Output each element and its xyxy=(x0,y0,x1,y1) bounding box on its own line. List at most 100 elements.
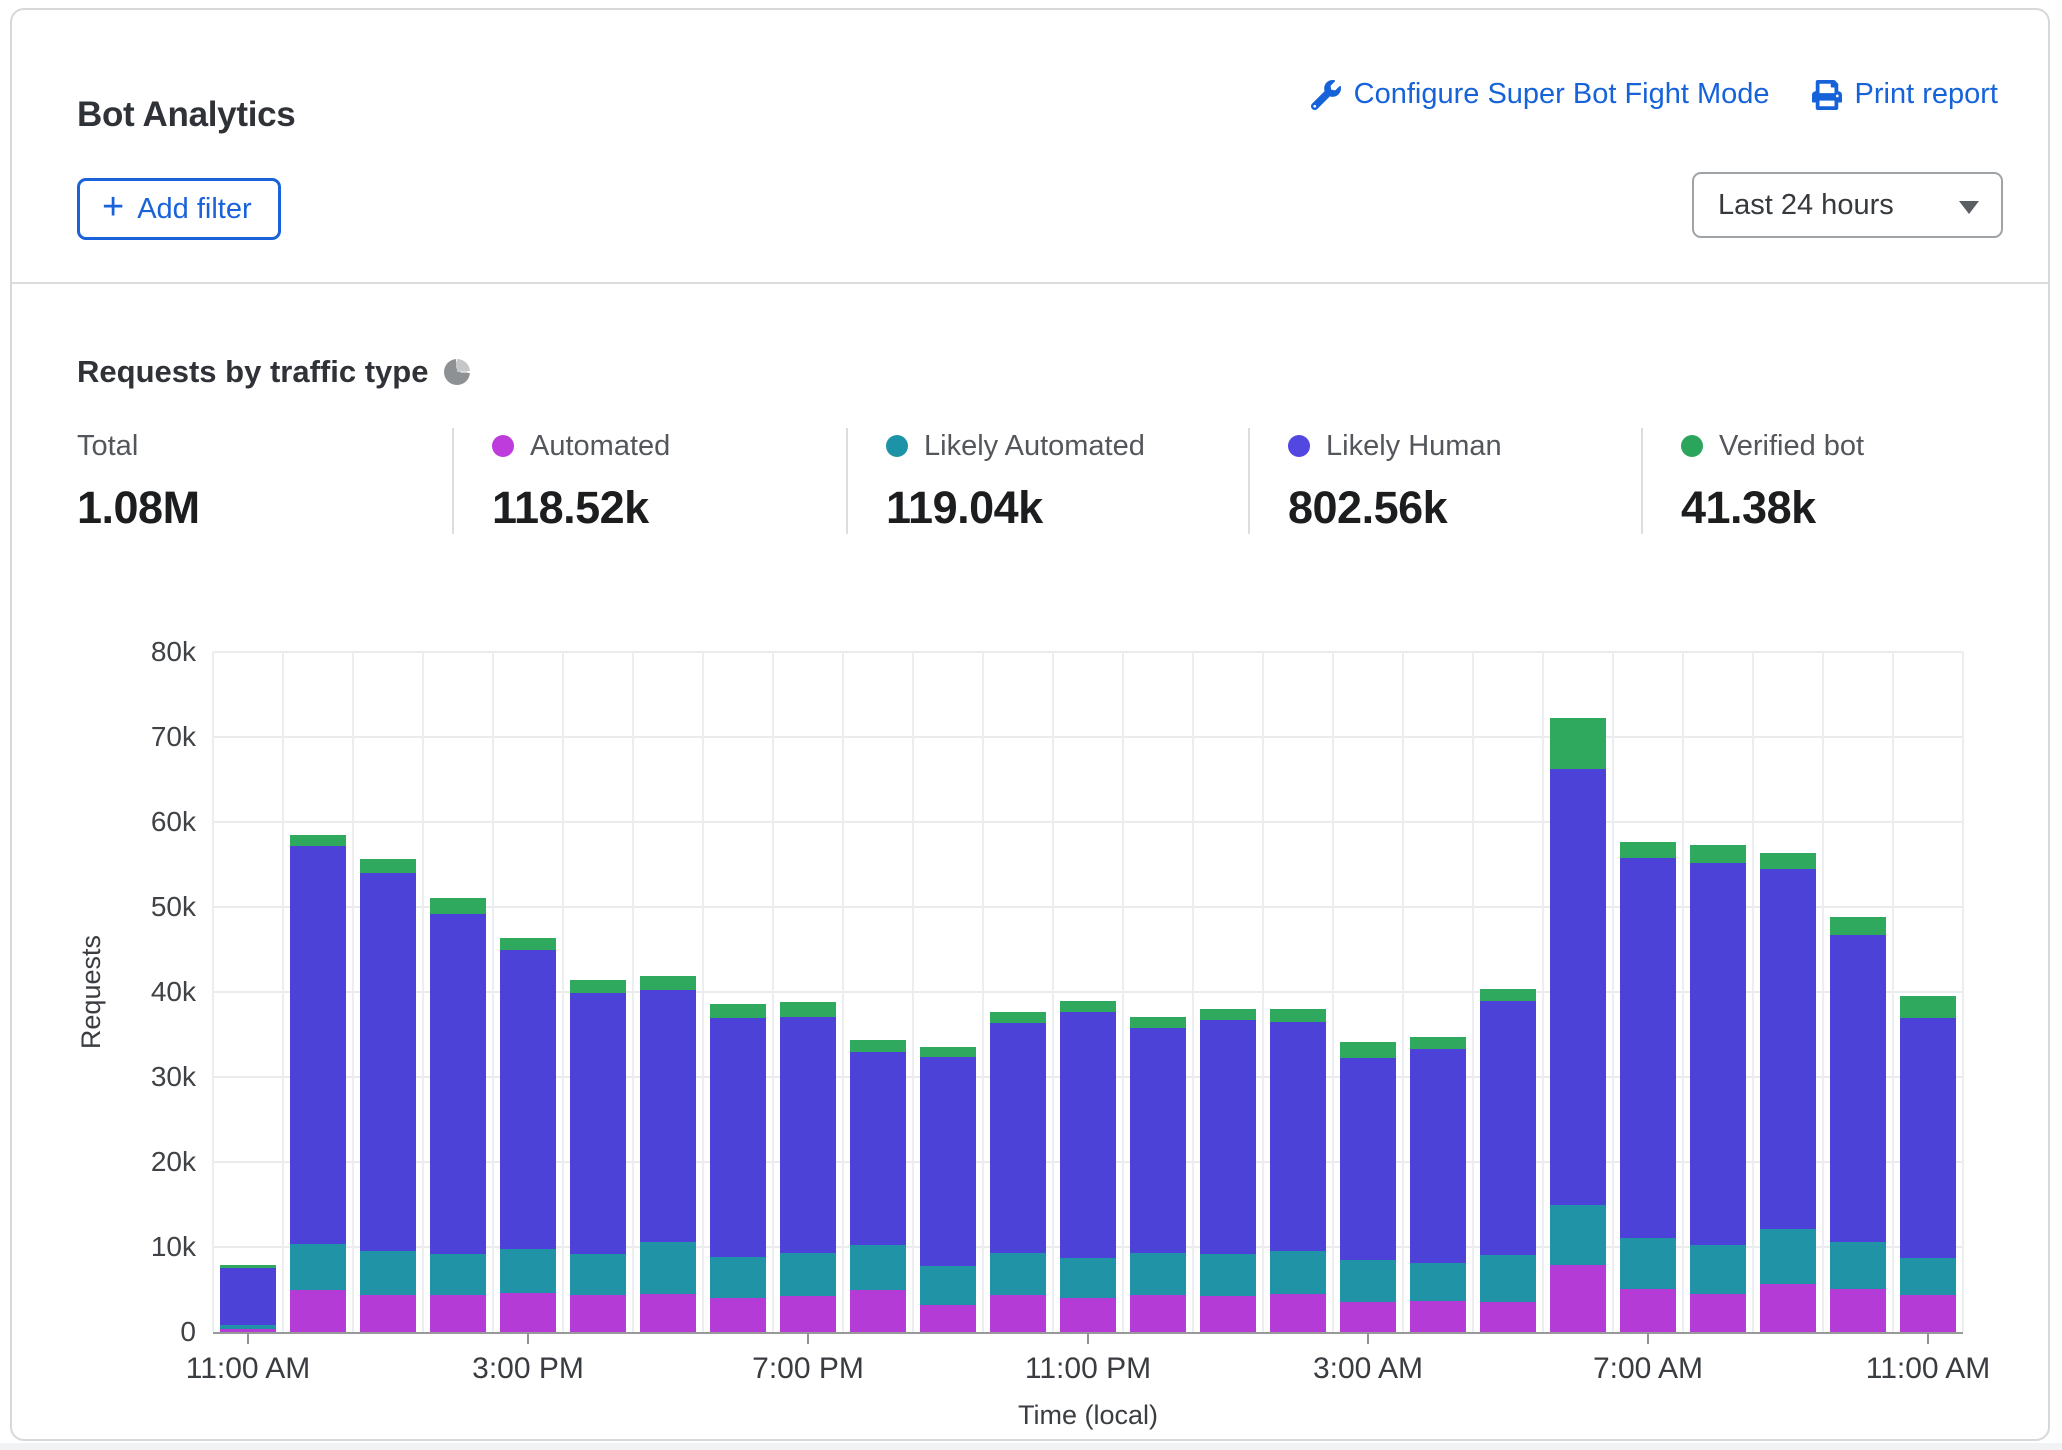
plot-area xyxy=(213,652,1963,1334)
v-gridline xyxy=(492,652,494,1332)
header-divider xyxy=(12,282,2048,284)
print-link-label: Print report xyxy=(1855,78,1998,111)
x-tick-mark xyxy=(1647,1334,1649,1344)
bar-segment-likely-automated xyxy=(1200,1254,1256,1297)
bar-segment-likely-human xyxy=(430,914,486,1254)
bar-segment-likely-automated xyxy=(220,1325,276,1329)
bar-segment-automated xyxy=(710,1298,766,1332)
section-title-text: Requests by traffic type xyxy=(77,354,428,390)
bar[interactable] xyxy=(1900,652,1956,1332)
bar-segment-likely-human xyxy=(710,1018,766,1258)
bar-segment-likely-human xyxy=(920,1057,976,1266)
bar-segment-verified-bot xyxy=(290,835,346,846)
bar-segment-verified-bot xyxy=(710,1004,766,1018)
bar-segment-likely-automated xyxy=(1760,1229,1816,1283)
bar[interactable] xyxy=(1830,652,1886,1332)
configure-super-bot-fight-mode-link[interactable]: Configure Super Bot Fight Mode xyxy=(1311,78,1770,111)
v-gridline xyxy=(702,652,704,1332)
v-gridline xyxy=(1402,652,1404,1332)
bar[interactable] xyxy=(570,652,626,1332)
add-filter-button[interactable]: + Add filter xyxy=(77,178,281,240)
printer-icon xyxy=(1812,80,1842,110)
bar[interactable] xyxy=(1550,652,1606,1332)
y-tick-label: 80k xyxy=(12,635,196,669)
bar-segment-likely-human xyxy=(990,1023,1046,1253)
y-tick-label: 50k xyxy=(12,890,196,924)
bar-segment-likely-human xyxy=(1550,769,1606,1204)
bar-segment-verified-bot xyxy=(1130,1017,1186,1028)
bar-segment-automated xyxy=(1690,1294,1746,1332)
automated-dot-icon xyxy=(492,435,514,457)
v-gridline xyxy=(562,652,564,1332)
bar-segment-automated xyxy=(360,1295,416,1332)
bar-segment-verified-bot xyxy=(1480,989,1536,1001)
print-report-link[interactable]: Print report xyxy=(1812,78,1998,111)
bar-segment-likely-human xyxy=(1620,858,1676,1238)
bar[interactable] xyxy=(1480,652,1536,1332)
section-title: Requests by traffic type xyxy=(77,354,470,390)
stat-automated-label: Automated xyxy=(530,430,670,463)
y-tick-label: 60k xyxy=(12,805,196,839)
v-gridline xyxy=(352,652,354,1332)
stat-verified-bot-label: Verified bot xyxy=(1719,430,1864,463)
bar[interactable] xyxy=(1130,652,1186,1332)
bar-segment-verified-bot xyxy=(360,859,416,873)
x-tick-label: 7:00 AM xyxy=(1593,1352,1703,1386)
v-gridline xyxy=(1472,652,1474,1332)
bar-segment-verified-bot xyxy=(1200,1009,1256,1020)
stat-verified-bot: Verified bot 41.38k xyxy=(1641,428,1864,534)
bar-segment-verified-bot xyxy=(1620,842,1676,858)
bar[interactable] xyxy=(640,652,696,1332)
bar-segment-likely-human xyxy=(290,846,346,1245)
bar-segment-verified-bot xyxy=(1550,718,1606,769)
bar-segment-automated xyxy=(500,1293,556,1332)
bar-segment-likely-automated xyxy=(1480,1255,1536,1303)
bar-segment-verified-bot xyxy=(640,976,696,990)
bar[interactable] xyxy=(430,652,486,1332)
stat-likely-automated: Likely Automated 119.04k xyxy=(846,428,1248,534)
bar[interactable] xyxy=(850,652,906,1332)
v-gridline xyxy=(842,652,844,1332)
bar[interactable] xyxy=(500,652,556,1332)
bar[interactable] xyxy=(1060,652,1116,1332)
wrench-icon xyxy=(1311,80,1341,110)
stat-likely-human-value: 802.56k xyxy=(1288,482,1641,534)
bar[interactable] xyxy=(1270,652,1326,1332)
x-tick-mark xyxy=(1087,1334,1089,1344)
bar-segment-automated xyxy=(1760,1284,1816,1332)
x-tick-mark xyxy=(527,1334,529,1344)
bar[interactable] xyxy=(920,652,976,1332)
bar-segment-verified-bot xyxy=(1900,996,1956,1018)
chevron-down-icon xyxy=(1959,201,1979,214)
x-tick-mark xyxy=(247,1334,249,1344)
bot-analytics-card: Bot Analytics Configure Super Bot Fight … xyxy=(10,8,2050,1441)
x-tick-label: 3:00 AM xyxy=(1313,1352,1423,1386)
x-tick-label: 7:00 PM xyxy=(752,1352,864,1386)
bar[interactable] xyxy=(1340,652,1396,1332)
bar-segment-likely-automated xyxy=(1550,1205,1606,1265)
bar[interactable] xyxy=(360,652,416,1332)
bar[interactable] xyxy=(1200,652,1256,1332)
bar-segment-automated xyxy=(640,1294,696,1332)
x-tick-mark xyxy=(1927,1334,1929,1344)
bar[interactable] xyxy=(1690,652,1746,1332)
bar[interactable] xyxy=(1760,652,1816,1332)
bar[interactable] xyxy=(710,652,766,1332)
bar[interactable] xyxy=(1620,652,1676,1332)
bar[interactable] xyxy=(290,652,346,1332)
v-gridline xyxy=(422,652,424,1332)
bar-segment-automated xyxy=(1900,1295,1956,1332)
v-gridline xyxy=(212,652,214,1332)
bar[interactable] xyxy=(1410,652,1466,1332)
bar[interactable] xyxy=(220,652,276,1332)
bar[interactable] xyxy=(990,652,1046,1332)
stat-verified-bot-value: 41.38k xyxy=(1681,482,1864,534)
bar-segment-likely-human xyxy=(1830,935,1886,1242)
bar-segment-verified-bot xyxy=(1340,1042,1396,1058)
bar-segment-likely-human xyxy=(640,990,696,1242)
configure-link-label: Configure Super Bot Fight Mode xyxy=(1354,78,1770,111)
bar-segment-likely-automated xyxy=(1130,1253,1186,1295)
bar-segment-likely-human xyxy=(1340,1058,1396,1259)
time-range-dropdown[interactable]: Last 24 hours xyxy=(1692,172,2003,238)
bar[interactable] xyxy=(780,652,836,1332)
